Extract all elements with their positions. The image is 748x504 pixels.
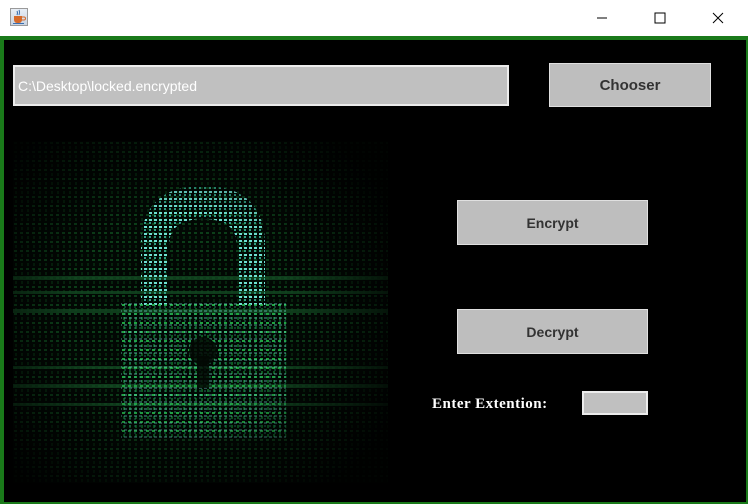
- encrypt-button[interactable]: Encrypt: [457, 200, 648, 245]
- close-button[interactable]: [689, 0, 747, 36]
- java-cup-icon: [10, 8, 28, 26]
- minimize-button[interactable]: [573, 0, 631, 36]
- minimize-icon: [597, 17, 607, 19]
- file-path-field[interactable]: C:\Desktop\locked.encrypted: [13, 65, 509, 106]
- extension-label: Enter Extention:: [432, 396, 548, 412]
- maximize-icon: [654, 12, 666, 24]
- title-bar: [0, 0, 748, 36]
- decrypt-button[interactable]: Decrypt: [457, 309, 648, 354]
- maximize-button[interactable]: [631, 0, 689, 36]
- padlock-image: [13, 141, 388, 483]
- close-icon: [712, 12, 724, 24]
- chooser-button[interactable]: Chooser: [549, 63, 711, 107]
- extension-input[interactable]: [582, 391, 648, 415]
